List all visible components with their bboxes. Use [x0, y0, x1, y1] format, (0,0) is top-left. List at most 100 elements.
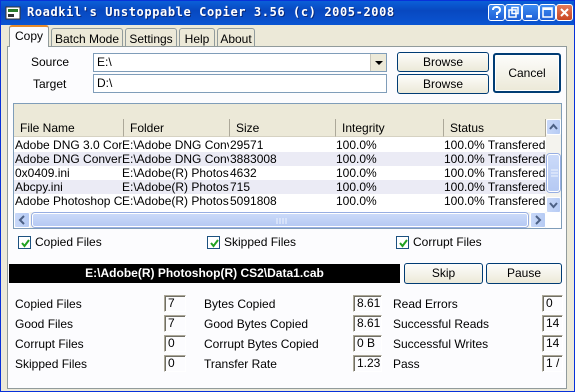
app-icon	[5, 5, 21, 21]
chevron-down-icon[interactable]	[370, 54, 386, 71]
pass-stat-value: 1 / 7	[542, 355, 563, 372]
browse-target-button[interactable]: Browse	[397, 74, 489, 94]
window-title: Roadkil's Unstoppable Copier 3.56 (c) 20…	[27, 5, 395, 19]
cell-integrity: 100.0%	[336, 152, 377, 166]
cell-integrity: 100.0%	[336, 194, 377, 208]
successful-reads-stat-label: Successful Reads	[393, 317, 490, 331]
title-bar[interactable]: Roadkil's Unstoppable Copier 3.56 (c) 20…	[1, 1, 574, 25]
tab-about[interactable]: About	[217, 28, 255, 47]
source-value: E:\	[97, 55, 112, 69]
tab-help[interactable]: Help	[179, 28, 215, 47]
vertical-scrollbar[interactable]	[546, 119, 561, 213]
copied-files-stat-label: Copied Files	[15, 297, 82, 311]
cell-size: 29571	[230, 138, 264, 152]
list-top-strip	[14, 104, 561, 119]
transfer-rate-stat-value: 1.23 M	[353, 355, 382, 372]
scroll-left-icon[interactable]	[14, 212, 30, 228]
tab-batch-mode[interactable]: Batch Mode	[51, 28, 123, 47]
table-row[interactable]: Adobe DNG 3.0 Cor E:\Adobe DNG Conv 2957…	[14, 138, 546, 152]
cell-size: 3883008	[230, 152, 277, 166]
transfer-rate-stat-label: Transfer Rate	[204, 357, 277, 371]
minimize-icon[interactable]	[522, 4, 539, 21]
cell-folder: E:\Adobe DNG Conv	[122, 138, 229, 152]
cell-status: 100.0% Transfered -	[444, 180, 546, 194]
column-header-integrity[interactable]: Integrity	[336, 119, 444, 137]
good-bytes-copied-stat-label: Good Bytes Copied	[204, 317, 309, 331]
skipped-files-label: Skipped Files	[224, 235, 297, 249]
cell-file-name: Abcpy.ini	[15, 180, 63, 194]
vertical-scroll-thumb[interactable]	[547, 154, 560, 192]
skipped-files-checkbox[interactable]	[207, 236, 220, 249]
help-icon[interactable]	[488, 4, 505, 21]
column-header-size[interactable]: Size	[230, 119, 336, 137]
scroll-up-icon[interactable]	[546, 119, 561, 135]
target-field[interactable]: D:\	[93, 74, 387, 93]
good-bytes-copied-stat-value: 8.61 M	[353, 315, 382, 332]
cell-file-name: 0x0409.ini	[15, 166, 70, 180]
cell-status: 100.0% Transfered -	[444, 138, 546, 152]
cell-integrity: 100.0%	[336, 166, 377, 180]
skipped-files-stat-label: Skipped Files	[15, 357, 88, 371]
file-list[interactable]: File Name Folder Size Integrity Status A…	[13, 103, 562, 229]
cell-size: 5091808	[230, 194, 277, 208]
maximize-icon[interactable]	[539, 4, 556, 21]
cancel-button[interactable]: Cancel	[493, 53, 561, 93]
scroll-right-icon[interactable]	[530, 212, 546, 228]
column-header-folder[interactable]: Folder	[124, 119, 230, 137]
skipped-files-stat-value: 0	[164, 355, 186, 372]
column-header-status[interactable]: Status	[444, 119, 546, 137]
tab-settings[interactable]: Settings	[125, 28, 177, 47]
browse-source-button[interactable]: Browse	[397, 52, 489, 72]
close-icon[interactable]	[556, 4, 573, 21]
copied-files-stat-value: 7	[164, 295, 186, 312]
target-label: Target	[33, 77, 67, 91]
successful-writes-stat-value: 14	[542, 335, 563, 352]
corrupt-files-checkbox[interactable]	[396, 236, 409, 249]
successful-reads-stat-value: 14	[542, 315, 563, 332]
pause-button[interactable]: Pause	[486, 263, 562, 284]
cell-folder: E:\Adobe(R) Photos	[122, 166, 229, 180]
cell-status: 100.0% Transfered -	[444, 152, 546, 166]
cell-folder: E:\Adobe(R) Photos	[122, 180, 229, 194]
cell-size: 4632	[230, 166, 257, 180]
column-header-file-name[interactable]: File Name	[14, 119, 124, 137]
current-file-path: E:\Adobe(R) Photoshop(R) CS2\Data1.cab	[9, 264, 400, 283]
scroll-down-icon[interactable]	[546, 197, 561, 213]
source-combo[interactable]: E:\	[93, 53, 387, 72]
corrupt-files-stat-value: 0	[164, 335, 186, 352]
corrupt-bytes-copied-stat-label: Corrupt Bytes Copied	[204, 337, 319, 351]
cell-file-name: Adobe DNG 3.0 Cor	[15, 138, 122, 152]
cell-file-name: Adobe Photoshop C	[15, 194, 122, 208]
read-errors-stat-value: 0	[542, 295, 563, 312]
target-value: D:\	[97, 76, 113, 90]
successful-writes-stat-label: Successful Writes	[393, 337, 489, 351]
cell-integrity: 100.0%	[336, 138, 377, 152]
corrupt-files-label: Corrupt Files	[413, 235, 482, 249]
horizontal-scroll-thumb[interactable]	[32, 213, 528, 227]
cell-folder: E:\Adobe DNG Conv	[122, 152, 229, 166]
table-row[interactable]: Adobe Photoshop C E:\Adobe(R) Photos 509…	[14, 194, 546, 208]
cell-file-name: Adobe DNG Convert	[15, 152, 122, 166]
cell-folder: E:\Adobe(R) Photos	[122, 194, 229, 208]
good-files-stat-value: 7	[164, 315, 186, 332]
corrupt-files-stat-label: Corrupt Files	[15, 337, 84, 351]
horizontal-scrollbar[interactable]	[14, 212, 546, 228]
good-files-stat-label: Good Files	[15, 317, 74, 331]
cell-status: 100.0% Transfered -	[444, 194, 546, 208]
copied-files-label: Copied Files	[35, 235, 102, 249]
pass-stat-label: Pass	[393, 357, 420, 371]
source-label: Source	[31, 55, 70, 69]
corrupt-bytes-copied-stat-value: 0 B	[353, 335, 382, 352]
table-row[interactable]: Abcpy.ini E:\Adobe(R) Photos 715 100.0% …	[14, 180, 546, 194]
read-errors-stat-label: Read Errors	[393, 297, 458, 311]
copied-files-checkbox[interactable]	[18, 236, 31, 249]
table-row[interactable]: Adobe DNG Convert E:\Adobe DNG Conv 3883…	[14, 152, 546, 166]
tab-copy[interactable]: Copy	[9, 25, 49, 47]
table-row[interactable]: 0x0409.ini E:\Adobe(R) Photos 4632 100.0…	[14, 166, 546, 180]
bytes-copied-stat-value: 8.61 M	[353, 295, 382, 312]
bytes-copied-stat-label: Bytes Copied	[204, 297, 276, 311]
skip-button[interactable]: Skip	[404, 263, 483, 284]
cell-status: 100.0% Transfered -	[444, 166, 546, 180]
restore-icon[interactable]	[505, 4, 522, 21]
app-window: Roadkil's Unstoppable Copier 3.56 (c) 20…	[0, 0, 575, 392]
